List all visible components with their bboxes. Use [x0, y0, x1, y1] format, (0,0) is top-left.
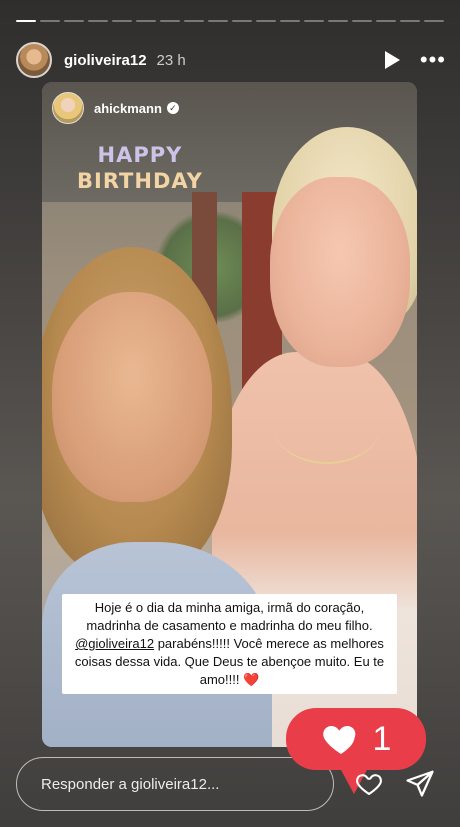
photo-person-left-face	[52, 292, 212, 502]
caption-mention[interactable]: @gioliveira12	[75, 636, 154, 651]
photo-necklace	[272, 382, 382, 464]
progress-segment	[256, 20, 276, 22]
progress-segment	[376, 20, 396, 22]
username[interactable]: gioliveira12	[64, 52, 147, 69]
sticker-line-2: BIRTHDAY	[77, 169, 203, 193]
progress-segment	[136, 20, 156, 22]
progress-segment	[112, 20, 132, 22]
send-icon[interactable]	[405, 768, 435, 798]
story-progress-bar	[16, 20, 444, 22]
progress-segment	[88, 20, 108, 22]
progress-segment	[160, 20, 180, 22]
progress-segment	[424, 20, 444, 22]
like-notification-bubble: 1	[286, 708, 426, 794]
progress-segment	[400, 20, 420, 22]
heart-icon	[322, 725, 355, 754]
avatar[interactable]	[16, 42, 52, 78]
progress-segment	[304, 20, 324, 22]
photo-person-right-face	[270, 177, 410, 367]
post-time: 23 h	[156, 51, 186, 69]
like-heart-icon[interactable]	[354, 770, 384, 798]
reply-placeholder: Responder a gioliveira12...	[41, 775, 220, 793]
progress-segment	[64, 20, 84, 22]
progress-segment	[280, 20, 300, 22]
verified-badge-icon: ✓	[166, 102, 179, 114]
story-caption: Hoje é o dia da minha amiga, irmã do cor…	[62, 594, 397, 694]
happy-birthday-sticker: HAPPY BIRTHDAY	[77, 142, 203, 194]
header-actions: •••	[384, 49, 446, 71]
progress-segment	[232, 20, 252, 22]
progress-segment	[328, 20, 348, 22]
caption-text: Hoje é o dia da minha amiga, irmã do cor…	[86, 600, 373, 633]
progress-segment	[184, 20, 204, 22]
avatar[interactable]	[52, 92, 84, 124]
reply-input[interactable]: Responder a gioliveira12...	[16, 757, 334, 811]
heart-emoji: ❤️	[243, 672, 260, 687]
progress-segment	[40, 20, 60, 22]
progress-segment	[208, 20, 228, 22]
progress-segment	[16, 20, 36, 22]
reposted-from[interactable]: ahickmann ✓	[52, 92, 179, 124]
like-count: 1	[372, 720, 392, 758]
more-icon[interactable]: •••	[420, 49, 446, 71]
play-icon[interactable]	[384, 51, 400, 69]
reposted-username[interactable]: ahickmann	[94, 101, 162, 116]
sticker-line-1: HAPPY	[97, 143, 183, 167]
story-header: gioliveira12 23 h •••	[16, 40, 446, 80]
progress-segment	[352, 20, 372, 22]
story-content[interactable]: ahickmann ✓ HAPPY BIRTHDAY Hoje é o dia …	[42, 82, 417, 747]
